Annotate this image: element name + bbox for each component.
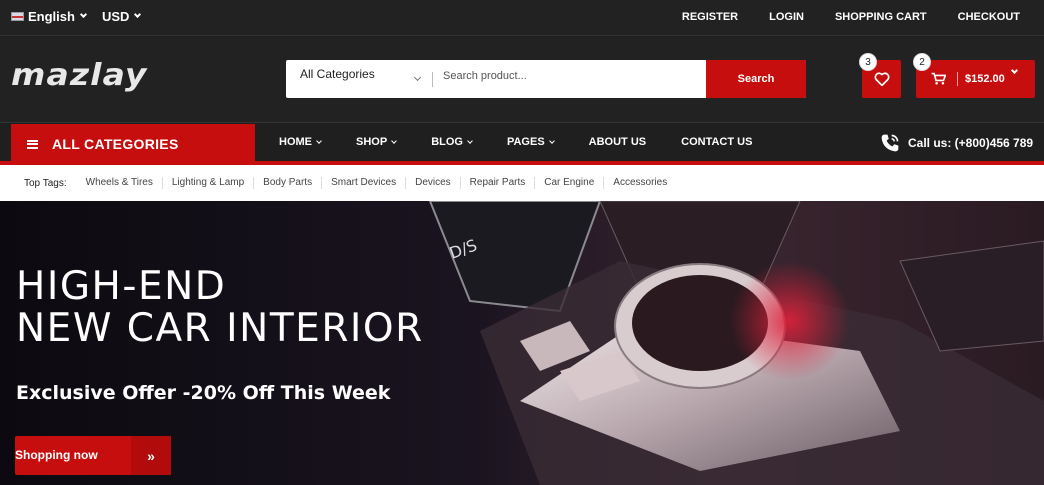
hero-title-line1: HIGH-END <box>16 264 227 309</box>
site-logo[interactable]: mazlay <box>11 58 148 93</box>
search-divider <box>432 72 433 87</box>
tag-link[interactable]: Lighting & Lamp <box>163 177 255 189</box>
nav-item-blog[interactable]: BLOG <box>431 136 473 148</box>
flag-icon <box>11 12 24 21</box>
currency-label: USD <box>101 9 130 24</box>
menu-icon <box>27 139 38 149</box>
search-input[interactable] <box>443 70 693 82</box>
checkout-link[interactable]: CHECKOUT <box>958 11 1020 23</box>
shopping-now-button[interactable]: Shopping now » <box>15 436 171 475</box>
hero-title-line2: NEW CAR INTERIOR <box>16 306 424 351</box>
shopping-cart-link[interactable]: SHOPPING CART <box>835 11 927 23</box>
wishlist-count-badge: 3 <box>859 53 877 71</box>
currency-selector[interactable]: USD <box>101 9 142 24</box>
all-categories-label: ALL CATEGORIES <box>52 136 179 152</box>
double-chevron-right-icon: » <box>131 436 171 475</box>
top-bar: English USD REGISTER LOGIN SHOPPING CART… <box>0 0 1044 36</box>
nav-item-label: CONTACT US <box>681 136 753 148</box>
chevron-down-icon <box>391 137 398 144</box>
chevron-down-icon <box>467 137 473 144</box>
nav-item-label: BLOG <box>431 136 463 148</box>
nav-item-label: HOME <box>279 136 312 148</box>
shopping-now-label: Shopping now <box>15 448 98 462</box>
cart-button[interactable]: $152.00 <box>916 60 1035 98</box>
tag-link[interactable]: Smart Devices <box>322 177 407 189</box>
search-button[interactable]: Search <box>706 60 806 98</box>
hero-offer: Exclusive Offer -20% Off This Week <box>16 382 391 404</box>
cart-icon <box>931 72 946 85</box>
top-tags-label: Top Tags: <box>24 177 67 189</box>
tag-link[interactable]: Repair Parts <box>461 177 536 189</box>
hero-banner: D/S HIGH-END NEW CAR INTERIOR Exclusive … <box>0 201 1044 485</box>
top-tags-bar: Top Tags: Wheels & Tires Lighting & Lamp… <box>0 165 1044 201</box>
chevron-down-icon <box>79 10 87 19</box>
nav-item-about-us[interactable]: ABOUT US <box>589 136 646 148</box>
login-link[interactable]: LOGIN <box>769 11 804 23</box>
tag-link[interactable]: Body Parts <box>254 177 323 189</box>
nav-item-label: PAGES <box>506 136 545 148</box>
nav-item-label: ABOUT US <box>588 136 647 148</box>
locale-switchers: English USD <box>11 9 142 24</box>
cart-divider <box>957 72 958 86</box>
language-selector[interactable]: English <box>28 9 75 24</box>
search-category-label: All Categories <box>300 67 375 81</box>
cart-count-badge: 2 <box>913 53 931 71</box>
call-us-label: Call us: (+800)456 789 <box>908 136 1034 150</box>
nav-item-contact-us[interactable]: CONTACT US <box>681 136 752 148</box>
search-category-select[interactable]: All Categories <box>286 60 432 98</box>
nav-menu: HOME SHOP BLOG PAGES ABOUT US CONTACT US <box>279 136 787 148</box>
chevron-down-icon <box>134 10 142 19</box>
all-categories-button[interactable]: ALL CATEGORIES <box>11 124 255 164</box>
tag-link[interactable]: Devices <box>406 177 461 189</box>
site-header: mazlay All Categories Search 3 $152.00 2 <box>0 37 1044 122</box>
account-links: REGISTER LOGIN SHOPPING CART CHECKOUT <box>651 11 1020 23</box>
main-nav: ALL CATEGORIES HOME SHOP BLOG PAGES ABOU… <box>0 122 1044 164</box>
cart-total: $152.00 <box>965 73 1005 85</box>
phone-icon <box>881 134 899 152</box>
nav-item-home[interactable]: HOME <box>279 136 322 148</box>
heart-icon <box>873 72 890 86</box>
hero-title: HIGH-END NEW CAR INTERIOR <box>16 266 424 350</box>
nav-item-label: SHOP <box>356 136 388 148</box>
nav-item-shop[interactable]: SHOP <box>356 136 398 148</box>
nav-item-pages[interactable]: PAGES <box>506 136 555 148</box>
search-bar: All Categories Search <box>286 60 806 98</box>
chevron-down-icon <box>548 137 555 144</box>
chevron-down-icon <box>316 137 322 144</box>
tag-link[interactable]: Wheels & Tires <box>77 177 163 189</box>
call-us[interactable]: Call us: (+800)456 789 <box>880 133 1033 153</box>
chevron-down-icon <box>413 73 422 82</box>
chevron-down-icon <box>1010 66 1019 75</box>
register-link[interactable]: REGISTER <box>682 11 738 23</box>
tag-link[interactable]: Car Engine <box>535 177 605 189</box>
tag-link[interactable]: Accessories <box>604 177 676 189</box>
